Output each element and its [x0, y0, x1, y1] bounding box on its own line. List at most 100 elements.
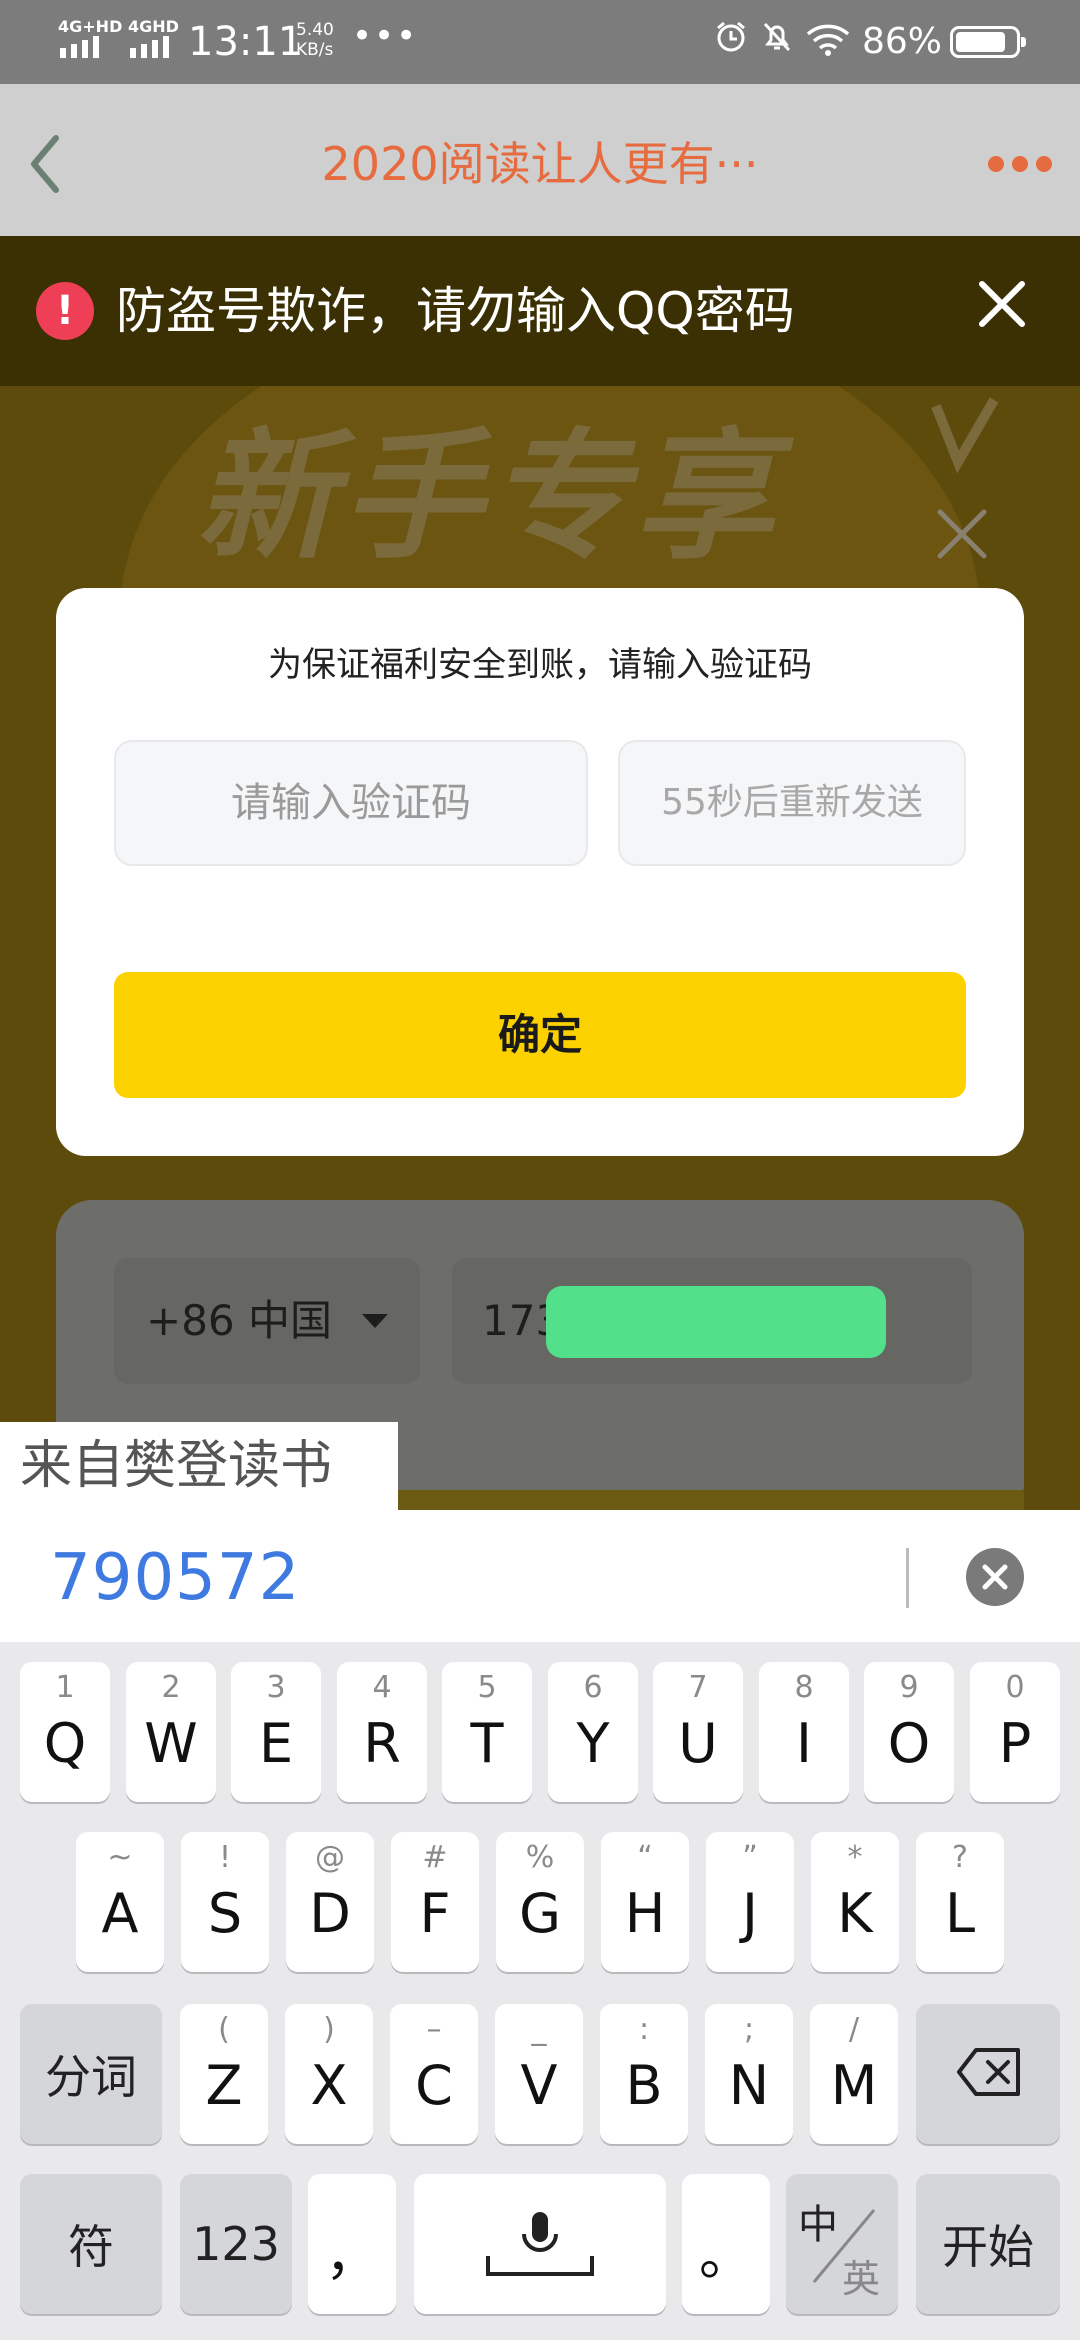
key-k[interactable]: * K: [811, 1832, 899, 1972]
key-t[interactable]: 5T: [442, 1662, 532, 1802]
key-o-label: O: [887, 1712, 931, 1775]
caret-down-icon: [362, 1314, 388, 1328]
numbers-key[interactable]: 123: [180, 2174, 292, 2314]
period-key[interactable]: 。: [682, 2174, 770, 2314]
divider: [906, 1548, 909, 1608]
key-i[interactable]: 8I: [759, 1662, 849, 1802]
keyboard: 1Q 2W 3E 4R 5T 6Y 7U 8I 9O 0P ~ A ! S @ D #…: [0, 1642, 1080, 2340]
key-h[interactable]: “H: [601, 1832, 689, 1972]
key-p[interactable]: 0P: [970, 1662, 1060, 1802]
warning-text: 防盗号欺诈，请勿输入QQ密码: [116, 282, 795, 340]
network-indicator-1: 4G+HD: [58, 17, 123, 36]
key-p-sub: 0: [1005, 1670, 1025, 1705]
comma-key[interactable]: ，: [308, 2174, 396, 2314]
key-c[interactable]: – C: [390, 2004, 478, 2144]
key-u-label: U: [678, 1712, 718, 1775]
key-v-label: V: [520, 2054, 558, 2117]
battery-percentage: 86%: [862, 21, 943, 62]
key-a-sub: ~: [107, 1840, 133, 1875]
key-j-label: J: [742, 1882, 758, 1945]
key-y-label: Y: [576, 1712, 610, 1775]
key-d[interactable]: @ D: [286, 1832, 374, 1972]
confirm-button[interactable]: 确定: [114, 972, 966, 1098]
key-t-sub: 5: [477, 1670, 497, 1705]
key-x[interactable]: ) X: [285, 2004, 373, 2144]
key-f[interactable]: # F: [391, 1832, 479, 1972]
key-q-sub: 1: [55, 1670, 75, 1705]
alarm-icon: [717, 21, 745, 52]
key-u[interactable]: 7U: [653, 1662, 743, 1802]
key-u-sub: 7: [688, 1670, 708, 1705]
sms-code-suggestion-bar: 790572: [0, 1510, 1080, 1642]
key-t-label: T: [470, 1712, 504, 1775]
key-g-label: G: [519, 1882, 561, 1945]
key-w-sub: 2: [161, 1670, 181, 1705]
key-n[interactable]: ; N: [705, 2004, 793, 2144]
page-title: 2020阅读让人更有···: [321, 137, 759, 191]
key-e[interactable]: 3E: [231, 1662, 321, 1802]
key-g[interactable]: % G: [496, 1832, 584, 1972]
wifi-icon: [806, 24, 850, 56]
key-m-sub: /: [848, 2012, 860, 2047]
key-i-label: I: [796, 1712, 812, 1775]
close-icon[interactable]: [970, 272, 1034, 336]
key-r-label: R: [363, 1712, 401, 1775]
space-key[interactable]: [414, 2174, 666, 2314]
key-z[interactable]: (Z: [180, 2004, 268, 2144]
key-v[interactable]: _ V: [495, 2004, 583, 2144]
key-p-label: P: [998, 1712, 1032, 1775]
key-d-sub: @: [315, 1840, 345, 1875]
more-options-icon[interactable]: [986, 144, 1056, 184]
key-k-sub: *: [847, 1840, 863, 1875]
country-code-select[interactable]: +86 中国: [114, 1258, 420, 1384]
phone-number-field[interactable]: 173: [452, 1258, 972, 1384]
clear-icon[interactable]: [966, 1548, 1024, 1606]
close-icon[interactable]: [932, 504, 992, 564]
key-w-label: W: [144, 1712, 198, 1775]
key-m-label: M: [830, 2054, 878, 2117]
key-m[interactable]: / M: [810, 2004, 898, 2144]
key-a[interactable]: ~ A: [76, 1832, 164, 1972]
numbers-key-label: 123: [192, 2217, 280, 2271]
country-code-label: +86 中国: [146, 1296, 332, 1345]
symbols-key-label: 符: [68, 2220, 114, 2274]
key-f-sub: #: [422, 1840, 448, 1875]
key-w[interactable]: 2W: [126, 1662, 216, 1802]
network-indicator-2: 4GHD: [128, 17, 179, 36]
backspace-icon: [957, 2048, 1020, 2096]
sms-code-suggestion[interactable]: 790572: [50, 1538, 300, 1618]
key-n-sub: ;: [743, 2012, 755, 2047]
key-f-label: F: [419, 1882, 451, 1945]
key-r[interactable]: 4R: [337, 1662, 427, 1802]
dialog-prompt: 为保证福利安全到账，请输入验证码: [268, 645, 812, 685]
network-speed-unit: KB/s: [296, 40, 334, 60]
key-i-sub: 8: [794, 1670, 814, 1705]
signal-bars-icon: [130, 36, 169, 58]
key-x-sub: ): [323, 2012, 335, 2047]
start-key[interactable]: 开始: [916, 2174, 1060, 2314]
language-switch-key[interactable]: 中 英: [786, 2174, 898, 2314]
microphone-icon: [486, 2212, 594, 2276]
key-s[interactable]: ! S: [181, 1832, 269, 1972]
signal-bars-icon: [60, 36, 99, 58]
key-j[interactable]: ” J: [706, 1832, 794, 1972]
key-l-label: L: [944, 1882, 976, 1945]
verification-dialog: 为保证福利安全到账，请输入验证码 55秒后重新发送 确定: [56, 588, 1024, 1156]
verification-code-input[interactable]: [114, 740, 588, 866]
battery-fill: [956, 32, 1006, 52]
key-e-label: E: [258, 1712, 294, 1775]
key-y[interactable]: 6Y: [548, 1662, 638, 1802]
key-b-sub: :: [638, 2012, 650, 2047]
battery-icon: [950, 26, 1026, 58]
key-l[interactable]: ? L: [916, 1832, 1004, 1972]
symbols-key[interactable]: 符: [20, 2174, 162, 2314]
key-o[interactable]: 9O: [864, 1662, 954, 1802]
segment-key[interactable]: 分词: [20, 2004, 162, 2144]
backspace-key[interactable]: [916, 2004, 1060, 2144]
key-h-label: H: [624, 1882, 666, 1945]
mute-bell-icon: [763, 22, 791, 52]
key-q[interactable]: 1Q: [20, 1662, 110, 1802]
lang-en-label: 英: [842, 2257, 881, 2301]
promo-heading: 新手专享: [196, 416, 781, 579]
key-b[interactable]: :B: [600, 2004, 688, 2144]
